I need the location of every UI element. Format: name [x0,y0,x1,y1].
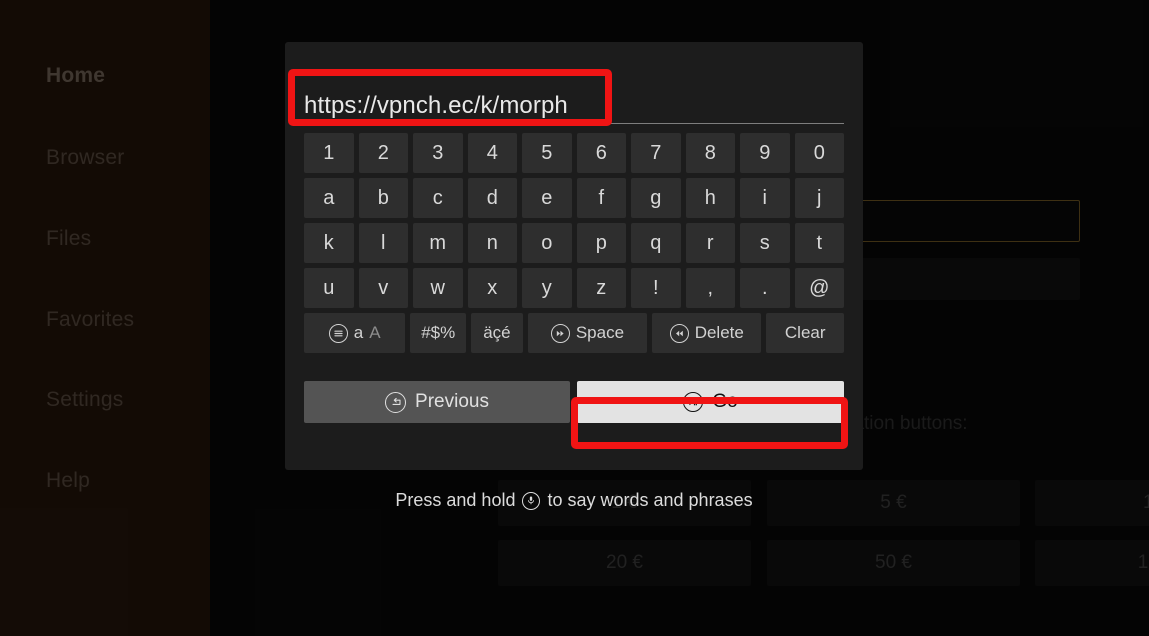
key-t[interactable]: t [794,223,844,263]
onscreen-keyboard-dialog: https://vpnch.ec/k/morph 1 2 3 4 5 6 7 8… [285,42,863,510]
key-c[interactable]: c [413,178,463,218]
keyboard-keys: 1 2 3 4 5 6 7 8 9 0 a b c d e f g h i j … [304,133,844,358]
key-symbols[interactable]: #$% [410,313,467,353]
fast-forward-circle-icon [550,323,570,343]
key-clear[interactable]: Clear [766,313,844,353]
back-arrow-circle-icon [385,391,407,413]
voice-hint: Press and hold to say words and phrases [285,490,863,511]
key-case-toggle[interactable]: aA [304,313,406,353]
dialog-action-row: Previous Go [304,381,844,423]
key-s[interactable]: s [740,223,790,263]
go-button[interactable]: Go [577,381,844,423]
key-space[interactable]: Space [527,313,648,353]
menu-circle-icon [328,323,348,343]
keyboard-row-a-j: a b c d e f g h i j [304,178,844,218]
voice-hint-text-before: Press and hold [395,490,516,510]
key-0[interactable]: 0 [794,133,844,173]
key-x[interactable]: x [467,268,517,308]
go-button-wrapper: Go [577,381,844,423]
key-a[interactable]: a [304,178,354,218]
key-6[interactable]: 6 [576,133,626,173]
keyboard-row-numbers: 1 2 3 4 5 6 7 8 9 0 [304,133,844,173]
key-e[interactable]: e [522,178,572,218]
play-pause-circle-icon [683,392,704,412]
key-l[interactable]: l [358,223,408,263]
key-h[interactable]: h [685,178,735,218]
key-n[interactable]: n [467,223,517,263]
previous-button-label: Previous [415,391,489,412]
key-3[interactable]: 3 [413,133,463,173]
key-delete-label: Delete [694,323,744,342]
key-case-toggle-label-lower: a [353,323,364,342]
key-9[interactable]: 9 [740,133,790,173]
key-4[interactable]: 4 [467,133,517,173]
key-comma[interactable]: , [685,268,735,308]
key-z[interactable]: z [576,268,626,308]
key-u[interactable]: u [304,268,354,308]
key-period[interactable]: . [740,268,790,308]
key-at[interactable]: @ [794,268,844,308]
key-y[interactable]: y [522,268,572,308]
microphone-circle-icon [522,491,541,510]
keyboard-row-k-t: k l m n o p q r s t [304,223,844,263]
key-w[interactable]: w [413,268,463,308]
key-r[interactable]: r [685,223,735,263]
key-delete[interactable]: Delete [652,313,762,353]
key-2[interactable]: 2 [358,133,408,173]
key-b[interactable]: b [358,178,408,218]
key-k[interactable]: k [304,223,354,263]
url-input-value: https://vpnch.ec/k/morph [304,92,568,119]
rewind-circle-icon [669,323,689,343]
key-case-toggle-label-upper: A [369,323,381,342]
key-p[interactable]: p [576,223,626,263]
keyboard-row-u-at: u v w x y z ! , . @ [304,268,844,308]
key-j[interactable]: j [794,178,844,218]
go-button-label: Go [712,391,738,412]
key-f[interactable]: f [576,178,626,218]
key-q[interactable]: q [631,223,681,263]
url-input-underline [304,123,844,124]
previous-button[interactable]: Previous [304,381,570,423]
key-5[interactable]: 5 [522,133,572,173]
keyboard-row-functions: aA #$% äçé Space Delete Clear [304,313,844,353]
key-o[interactable]: o [522,223,572,263]
key-v[interactable]: v [358,268,408,308]
url-input[interactable]: https://vpnch.ec/k/morph [304,76,844,130]
key-8[interactable]: 8 [685,133,735,173]
key-space-label: Space [575,323,625,342]
voice-hint-text-after: to say words and phrases [547,490,753,510]
screen: Home Browser Files Favorites Settings He… [0,0,1149,636]
key-d[interactable]: d [467,178,517,218]
key-1[interactable]: 1 [304,133,354,173]
key-i[interactable]: i [740,178,790,218]
key-g[interactable]: g [631,178,681,218]
key-7[interactable]: 7 [631,133,681,173]
key-m[interactable]: m [413,223,463,263]
key-exclamation[interactable]: ! [631,268,681,308]
key-accents[interactable]: äçé [471,313,523,353]
